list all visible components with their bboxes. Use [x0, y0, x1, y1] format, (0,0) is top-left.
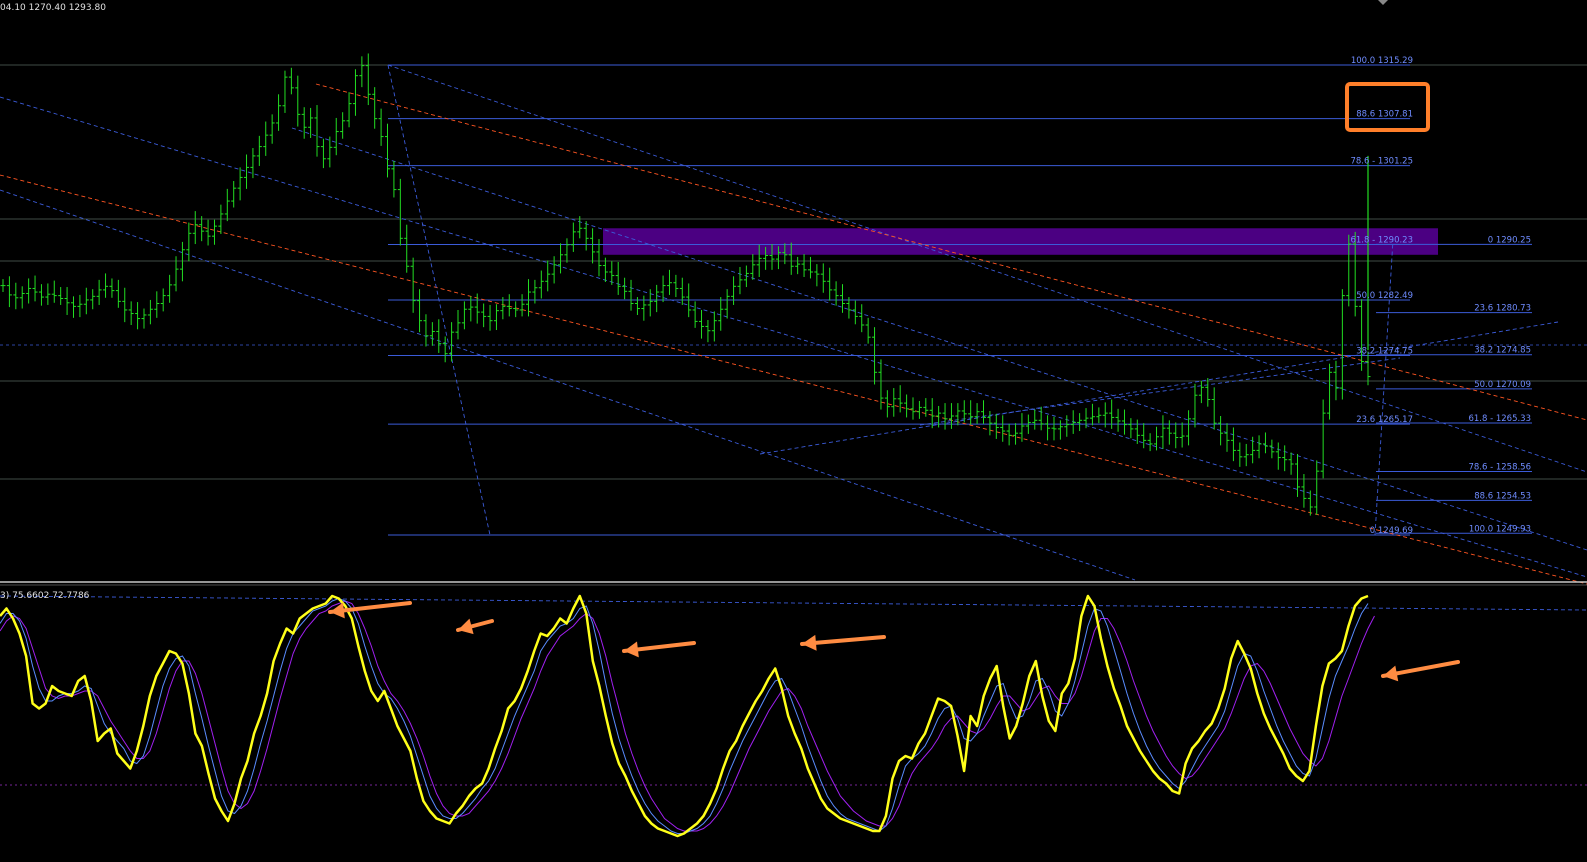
fib-level-label-right: 23.6 1280.73 — [1474, 304, 1531, 314]
fib-level-label: 100.0 1315.29 — [1351, 56, 1413, 66]
trading-chart[interactable]: 100.0 1315.29 88.6 1307.81 78.6 - 1301.25 6… — [0, 0, 1587, 862]
fib-level-label: 61.8 - 1290.23 — [1350, 236, 1413, 246]
fib-level-label-right: 78.6 - 1258.56 — [1468, 462, 1531, 472]
fib-level-label: 78.6 - 1301.25 — [1350, 157, 1413, 167]
fib-level-label: 50.0 1282.49 — [1356, 291, 1413, 301]
fib-level-label: 88.6 1307.81 — [1356, 110, 1413, 120]
fib-level-label-right: 61.8 - 1265.33 — [1468, 414, 1531, 424]
fib-level-label: 23.6 1265.17 — [1356, 415, 1413, 425]
ohlc-readout: 04.10 1270.40 1293.80 — [0, 3, 106, 13]
fib-level-label-right: 100.0 1249.93 — [1469, 524, 1531, 534]
fib-level-label: 0 1249.69 — [1370, 526, 1413, 536]
fib-level-label-right: 0 1290.25 — [1488, 235, 1531, 245]
fib-level-label: 38.2 1274.75 — [1356, 346, 1413, 356]
fib-level-label-right: 88.6 1254.53 — [1474, 491, 1531, 501]
supply-zone — [603, 228, 1438, 255]
fib-level-label-right: 50.0 1270.09 — [1474, 380, 1531, 390]
fib-level-label-right: 38.2 1274.85 — [1474, 346, 1531, 356]
stochastic-readout: 3) 75.6602 72.7786 — [0, 591, 90, 601]
